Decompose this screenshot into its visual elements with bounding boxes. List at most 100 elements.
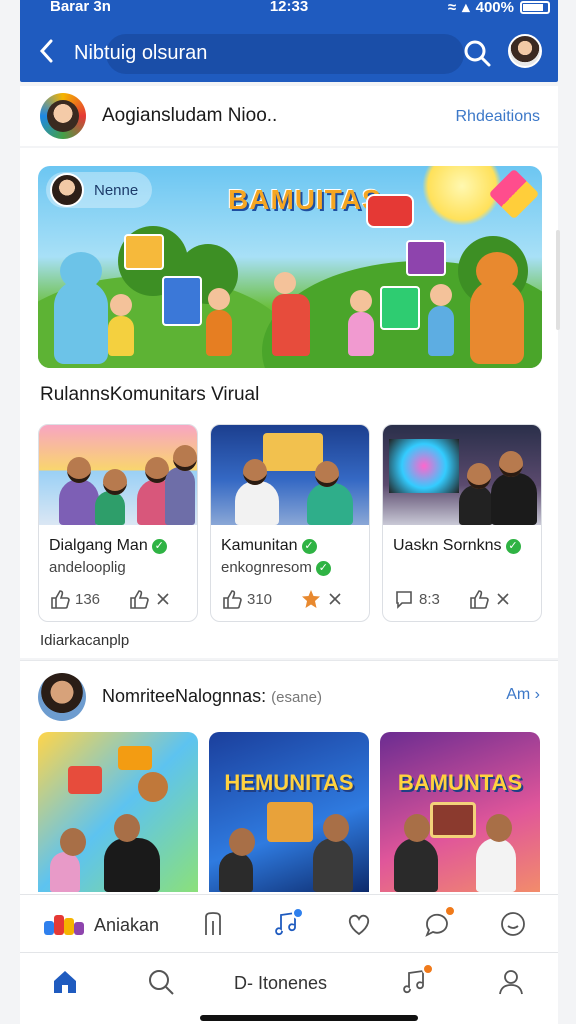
battery-icon [520, 0, 550, 14]
bookmark-icon[interactable] [198, 909, 228, 939]
tile-actions: 8:3 [393, 587, 533, 611]
scrollbar[interactable] [556, 230, 560, 330]
person-illustration [59, 457, 99, 525]
community-tile[interactable]: Uaskn Sornkns ✓ 8:3 [382, 424, 542, 622]
child-character [348, 290, 374, 356]
author-name[interactable]: Aogiansludam Nioo.. [102, 105, 277, 127]
hero-banner[interactable]: BAMUITAS Nenne [38, 166, 542, 368]
screen-illustration [263, 433, 323, 471]
author-avatar[interactable] [40, 93, 86, 139]
tile-title: Uaskn Sornkns ✓ [393, 537, 521, 555]
tile-image [39, 425, 197, 525]
action-bar-label[interactable]: Aniakan [94, 915, 159, 936]
messages-button[interactable] [422, 905, 456, 939]
like-count: 136 [75, 590, 101, 608]
top-app-bar: Barar 3n 12:33 ≈ ▴ 400% Nibtuig olsuran [20, 0, 558, 82]
screen-illustration [430, 802, 476, 838]
thumbs-up-icon[interactable] [221, 588, 243, 610]
thumbs-up-icon[interactable] [128, 588, 150, 610]
person-illustration [50, 828, 86, 892]
like-count: 310 [247, 590, 273, 608]
gallery-image[interactable]: BAMUNTAS [380, 732, 540, 892]
chip-avatar [50, 173, 84, 207]
tile-image [383, 425, 541, 525]
hero-author-chip[interactable]: Nenne [46, 172, 153, 208]
verified-icon: ✓ [315, 561, 331, 576]
verified-icon: ✓ [505, 539, 521, 554]
post-card: BAMUITAS Nenne RulannsKomunitars Virual [20, 148, 558, 658]
person-illustration [307, 461, 353, 525]
blue-bear-character [54, 252, 108, 364]
comment-icon[interactable] [393, 588, 415, 610]
search-button[interactable] [462, 38, 492, 68]
community-tiles: Dialgang Man ✓ andelooplig 136 Kamunitan ✓… [38, 424, 542, 622]
close-icon[interactable] [326, 590, 344, 608]
notifications-tab[interactable] [400, 963, 434, 997]
back-button[interactable] [36, 36, 60, 66]
person-illustration [104, 814, 160, 892]
sign-illustration [162, 276, 202, 326]
battery-percent: 400% [475, 0, 514, 16]
monitor-illustration [389, 439, 459, 493]
person-illustration [313, 814, 353, 892]
chip-label: Nenne [94, 181, 139, 199]
chevron-right-icon: › [534, 686, 540, 703]
child-character [108, 294, 134, 356]
chevron-left-icon [39, 39, 53, 63]
post-header: Aogiansludam Nioo.. Rhdeaitions [20, 86, 558, 146]
tile-title: Dialgang Man ✓ [49, 537, 167, 555]
tab-label[interactable]: D- Itonenes [234, 973, 327, 994]
app-screen: Barar 3n 12:33 ≈ ▴ 400% Nibtuig olsuran … [0, 0, 576, 1024]
person-illustration [394, 814, 438, 892]
heart-icon[interactable] [344, 909, 374, 939]
person-illustration [95, 469, 127, 525]
header-action-link[interactable]: Rhdeaitions [456, 108, 541, 126]
child-character [272, 272, 310, 356]
sign-illustration [124, 234, 164, 270]
gallery-image-title: BAMUNTAS [397, 770, 523, 795]
star-icon[interactable] [300, 588, 322, 610]
post-caption: Idiarkacanplp [40, 632, 130, 649]
image-gallery: HEMUNITAS BAMUNTAS [20, 730, 558, 894]
section-title: RulannsKomunitars Virual [40, 384, 260, 405]
person-illustration [165, 445, 197, 525]
gallery-image[interactable]: HEMUNITAS [209, 732, 369, 892]
child-character [428, 284, 454, 356]
search-icon [464, 40, 491, 67]
child-character [206, 288, 232, 356]
screen-illustration [267, 802, 313, 842]
share-button[interactable] [272, 907, 304, 939]
wifi-icon: ≈ [447, 0, 457, 16]
community-tile[interactable]: Kamunitan ✓ enkognresom ✓ 310 [210, 424, 370, 622]
header-action-link[interactable]: Am › [506, 686, 540, 704]
gallery-image[interactable] [38, 732, 198, 892]
home-indicator[interactable] [200, 1015, 418, 1021]
verified-icon: ✓ [151, 539, 167, 554]
tile-subtitle: andelooplig [49, 559, 126, 576]
home-icon[interactable] [50, 967, 80, 997]
author-name[interactable]: NomriteeNalognnas: (esane) [102, 686, 322, 707]
tile-actions: 310 [221, 587, 361, 611]
brand-logo-icon[interactable] [44, 913, 84, 935]
person-illustration [491, 451, 537, 525]
thumbs-up-icon[interactable] [468, 588, 490, 610]
sign-illustration [380, 286, 420, 330]
community-tile[interactable]: Dialgang Man ✓ andelooplig 136 [38, 424, 198, 622]
person-illustration [476, 814, 516, 892]
thumbs-up-icon[interactable] [49, 588, 71, 610]
search-icon[interactable] [146, 967, 176, 997]
action-bar: Aniakan [20, 894, 558, 952]
close-icon[interactable] [494, 590, 512, 608]
comment-count: 8:3 [419, 590, 440, 608]
close-icon[interactable] [154, 590, 172, 608]
post-header: NomriteeNalognnas: (esane) Am › [20, 660, 558, 730]
profile-icon[interactable] [496, 967, 526, 997]
author-avatar[interactable] [38, 673, 86, 721]
profile-avatar[interactable] [508, 34, 542, 68]
status-bar: Barar 3n 12:33 ≈ ▴ 400% [20, 0, 558, 18]
orange-bear-character [470, 252, 524, 364]
sign-illustration [68, 766, 102, 794]
emoji-icon[interactable] [498, 909, 528, 939]
person-illustration [459, 463, 493, 525]
tile-actions: 136 [49, 587, 189, 611]
